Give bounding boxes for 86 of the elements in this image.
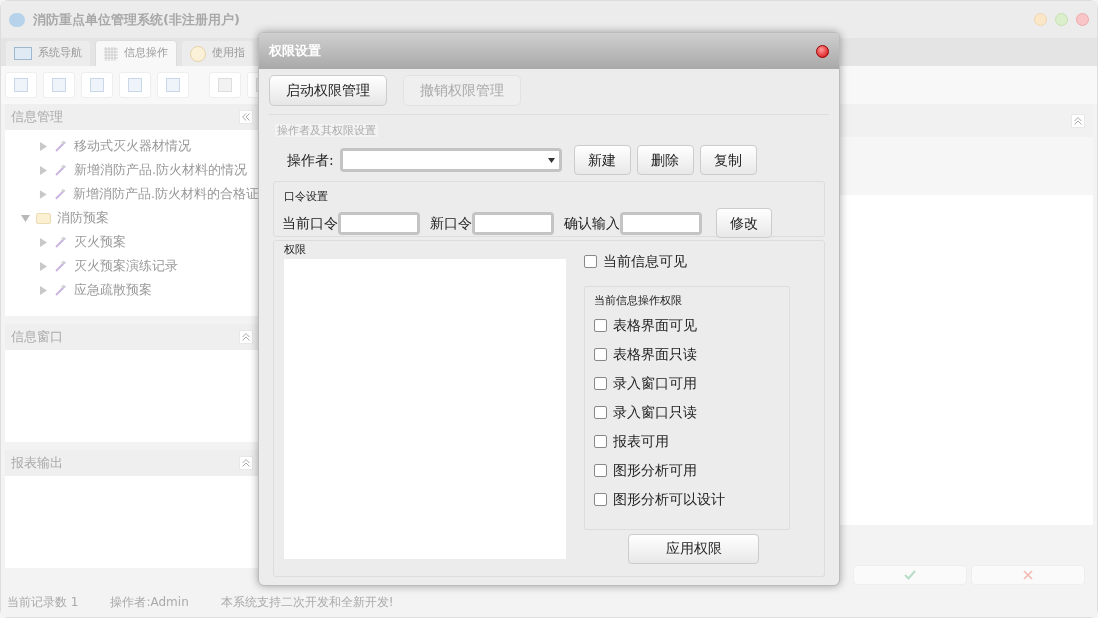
status-text: 操作者:Admin bbox=[110, 594, 189, 611]
toolbar-button[interactable] bbox=[119, 72, 151, 98]
checkbox[interactable] bbox=[594, 405, 607, 419]
checkbox[interactable] bbox=[594, 347, 607, 361]
checkbox-label: 报表可用 bbox=[613, 431, 669, 451]
panel-title: 报表输出 bbox=[11, 454, 63, 473]
wand-icon bbox=[54, 235, 68, 249]
operator-dropdown[interactable] bbox=[339, 148, 562, 172]
wand-icon bbox=[54, 259, 68, 273]
expand-arrow-icon[interactable] bbox=[39, 141, 48, 151]
wand-icon bbox=[54, 139, 68, 153]
apply-button[interactable]: 应用权限 bbox=[628, 533, 759, 564]
wand-icon bbox=[54, 163, 68, 177]
tab[interactable]: 信息操作 bbox=[95, 40, 177, 66]
expand-arrow-icon[interactable] bbox=[39, 285, 48, 295]
tab[interactable]: 使用指 bbox=[181, 40, 254, 66]
status-text: 本系统支持二次开发和全新开发! bbox=[220, 594, 394, 611]
field-label: 当前口令 bbox=[282, 213, 338, 233]
clock-icon bbox=[190, 45, 206, 62]
modify-button[interactable]: 修改 bbox=[716, 208, 772, 238]
tree-item[interactable]: 新增消防产品.防火材料的合格证 bbox=[73, 184, 259, 204]
operator-button[interactable]: 复制 bbox=[699, 145, 757, 175]
status-text: 当前记录数 1 bbox=[7, 594, 79, 611]
toolbar-button[interactable] bbox=[81, 72, 113, 98]
toolbar-button[interactable] bbox=[157, 72, 189, 98]
password-field[interactable] bbox=[620, 211, 702, 235]
folder-icon bbox=[36, 212, 51, 224]
group-legend: 操作者及其权限设置 bbox=[275, 124, 378, 137]
collapse-up-icon[interactable] bbox=[239, 330, 253, 344]
checkbox[interactable] bbox=[594, 318, 607, 332]
group-legend: 口令设置 bbox=[284, 190, 328, 203]
collapse-up-icon[interactable] bbox=[1071, 113, 1085, 128]
checkbox-label: 表格界面只读 bbox=[613, 344, 697, 364]
checkbox-label: 录入窗口只读 bbox=[613, 402, 697, 422]
field-label: 操作者: bbox=[287, 150, 334, 170]
field-label: 确认输入 bbox=[564, 213, 620, 233]
checkbox[interactable] bbox=[584, 254, 597, 268]
checkbox-label: 图形分析可用 bbox=[613, 460, 697, 480]
collapse-arrow-icon[interactable] bbox=[21, 213, 30, 223]
toolbar-button[interactable] bbox=[43, 72, 75, 98]
checkbox[interactable] bbox=[594, 492, 607, 506]
minimize-button[interactable] bbox=[1034, 13, 1047, 26]
toolbar-button[interactable] bbox=[209, 72, 241, 98]
caret-icon bbox=[548, 157, 556, 163]
tree-item[interactable]: 应急疏散预案 bbox=[74, 280, 152, 300]
operator-button[interactable]: 删除 bbox=[636, 145, 694, 175]
panel-title: 信息管理 bbox=[11, 108, 63, 127]
wand-icon bbox=[53, 187, 67, 201]
cross-icon bbox=[1023, 570, 1033, 580]
checkbox[interactable] bbox=[594, 376, 607, 390]
check-icon bbox=[904, 570, 916, 580]
tree-item[interactable]: 灭火预案演练记录 bbox=[74, 256, 178, 276]
close-button[interactable] bbox=[816, 44, 829, 58]
maximize-button[interactable] bbox=[1055, 13, 1068, 26]
checkbox-label: 录入窗口可用 bbox=[613, 373, 697, 393]
tree-item[interactable]: 灭火预案 bbox=[74, 232, 126, 252]
confirm-button[interactable] bbox=[853, 565, 967, 585]
app-logo-icon bbox=[9, 12, 25, 27]
expand-arrow-icon[interactable] bbox=[39, 189, 48, 199]
password-field[interactable] bbox=[472, 211, 554, 235]
expand-arrow-icon[interactable] bbox=[39, 165, 48, 175]
window-title: 消防重点单位管理系统(非注册用户) bbox=[33, 10, 240, 29]
tree-item[interactable]: 移动式灭火器材情况 bbox=[74, 136, 191, 156]
checkbox-label: 图形分析可以设计 bbox=[613, 489, 725, 509]
tree-item[interactable]: 新增消防产品.防火材料的情况 bbox=[74, 160, 247, 180]
action-button[interactable]: 启动权限管理 bbox=[269, 75, 387, 106]
monitor-icon bbox=[14, 47, 32, 60]
collapse-up-icon[interactable] bbox=[239, 456, 253, 470]
password-field[interactable] bbox=[338, 211, 420, 235]
cancel-button[interactable] bbox=[971, 565, 1085, 585]
tab[interactable]: 系统导航 bbox=[5, 40, 91, 66]
toolbar-button[interactable] bbox=[5, 72, 37, 98]
collapse-left-icon[interactable] bbox=[239, 110, 253, 124]
operator-button[interactable]: 新建 bbox=[573, 145, 631, 175]
panel-title: 信息窗口 bbox=[11, 328, 63, 347]
checkbox[interactable] bbox=[594, 434, 607, 448]
wand-icon bbox=[54, 283, 68, 297]
dialog-title: 权限设置 bbox=[269, 42, 321, 61]
group-legend: 当前信息操作权限 bbox=[594, 293, 682, 307]
expand-arrow-icon[interactable] bbox=[39, 237, 48, 247]
expand-arrow-icon[interactable] bbox=[39, 261, 48, 271]
field-label: 新口令 bbox=[430, 213, 472, 233]
checkbox-label: 表格界面可见 bbox=[613, 315, 697, 335]
grid-icon bbox=[104, 46, 118, 61]
tree-item[interactable]: 消防预案 bbox=[57, 208, 109, 228]
checkbox[interactable] bbox=[594, 463, 607, 477]
